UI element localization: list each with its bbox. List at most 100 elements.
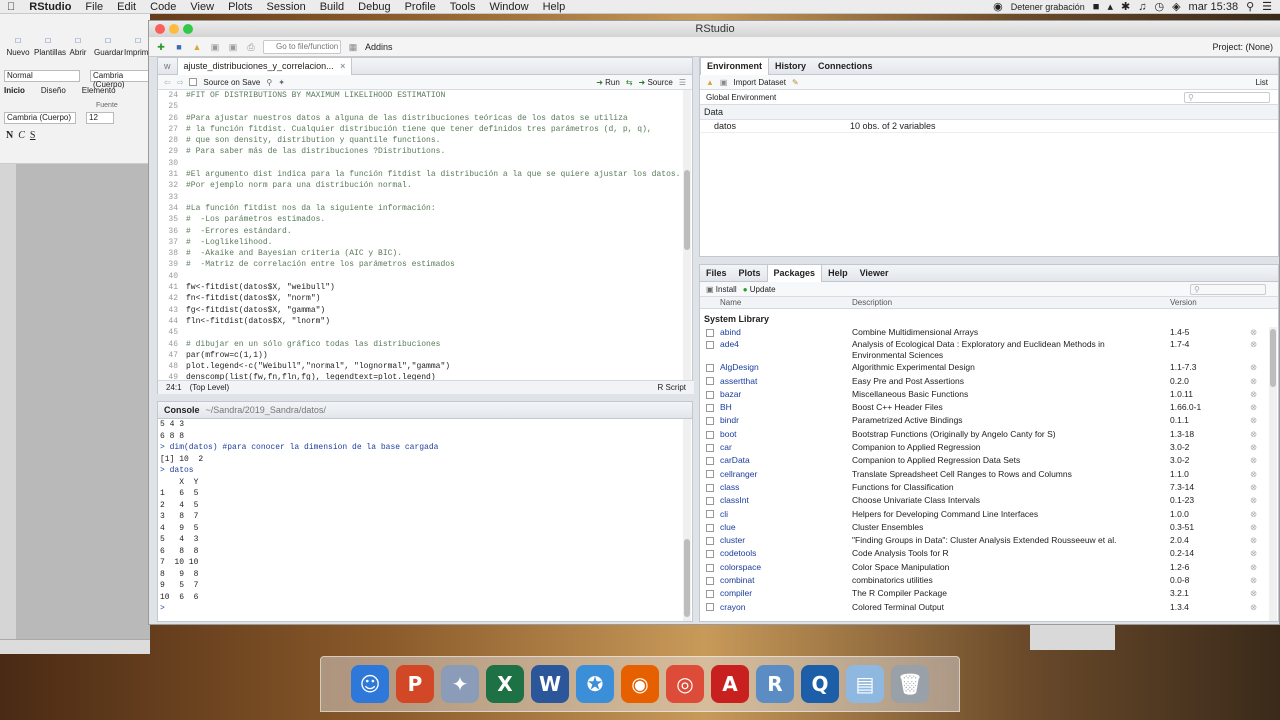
menu-profile[interactable]: Profile <box>398 1 443 13</box>
close-icon[interactable] <box>155 24 165 34</box>
tab-help[interactable]: Help <box>822 265 854 282</box>
package-checkbox[interactable] <box>706 457 714 466</box>
tab-environment[interactable]: Environment <box>700 57 770 75</box>
package-checkbox[interactable] <box>706 417 714 426</box>
menu-edit[interactable]: Edit <box>110 1 143 13</box>
view-mode-select[interactable]: List <box>1256 78 1278 87</box>
tab-history[interactable]: History <box>769 58 812 75</box>
package-name-link[interactable]: cli <box>720 508 852 521</box>
project-menu[interactable]: Project: (None) <box>1212 42 1280 52</box>
import-dataset-button[interactable]: Import Dataset <box>733 78 785 87</box>
remove-package-icon[interactable]: ⊗ <box>1250 508 1260 521</box>
package-name-link[interactable]: classInt <box>720 494 852 507</box>
app-menu[interactable]: RStudio <box>22 1 78 13</box>
env-var-name[interactable]: datos <box>700 120 850 132</box>
console-output[interactable]: 5 4 3 6 8 8 > dim(datos) #para conocer la … <box>158 419 683 621</box>
tab-packages[interactable]: Packages <box>766 264 823 282</box>
package-checkbox[interactable] <box>706 563 714 572</box>
code-line[interactable]: 33 <box>158 192 683 203</box>
addins-menu[interactable]: Addins <box>365 42 393 52</box>
excel-icon[interactable]: X <box>486 665 524 703</box>
menu-build[interactable]: Build <box>313 1 351 13</box>
code-line[interactable]: 25 <box>158 101 683 112</box>
back-icon[interactable]: ⇦ <box>164 78 171 87</box>
code-line[interactable]: 47 par(mfrow=c(1,1)) <box>158 350 683 361</box>
close-tab-icon[interactable]: × <box>340 61 345 71</box>
remove-package-icon[interactable]: ⊗ <box>1250 388 1260 401</box>
package-name-link[interactable]: combinat <box>720 574 852 587</box>
package-name-link[interactable]: curl <box>720 614 852 616</box>
package-checkbox[interactable] <box>706 470 714 479</box>
package-checkbox[interactable] <box>706 341 714 350</box>
recording-status[interactable]: Detener grabación <box>1011 2 1085 12</box>
open-file-icon[interactable]: ▲ <box>191 41 203 53</box>
package-checkbox[interactable] <box>706 403 714 412</box>
remove-package-icon[interactable]: ⊗ <box>1250 481 1260 494</box>
menu-view[interactable]: View <box>183 1 221 13</box>
code-line[interactable]: 44 fln<-fitdist(datos$X, "lnorm") <box>158 316 683 327</box>
console-path[interactable]: ~/Sandra/2019_Sandra/datos/ <box>206 405 326 415</box>
package-name-link[interactable]: abind <box>720 326 852 339</box>
run-button[interactable]: ➜ Run <box>596 78 620 87</box>
airplay-icon[interactable]: ▴ <box>1107 0 1113 13</box>
update-button[interactable]: ● Update <box>743 285 776 294</box>
code-line[interactable]: 26 #Para ajustar nuestros datos a alguna … <box>158 113 683 124</box>
launchpad-icon[interactable]: ✦ <box>441 665 479 703</box>
package-checkbox[interactable] <box>706 510 714 519</box>
code-line[interactable]: 49 denscomp(list(fw,fn,fln,fg), legendtex… <box>158 372 683 380</box>
package-name-link[interactable]: carData <box>720 454 852 467</box>
record-icon[interactable]: ◉ <box>993 0 1003 13</box>
package-name-link[interactable]: cellranger <box>720 468 852 481</box>
code-line[interactable]: 32 #Por ejemplo norm para una distribució… <box>158 180 683 191</box>
code-line[interactable]: 41 fw<-fitdist(datos$X, "weibull") <box>158 282 683 293</box>
rstudio-icon[interactable]: R <box>756 665 794 703</box>
code-line[interactable]: 45 <box>158 327 683 338</box>
code-line[interactable]: 28 # que son density, distribution y quan… <box>158 135 683 146</box>
package-name-link[interactable]: clue <box>720 521 852 534</box>
menu-file[interactable]: File <box>78 1 110 13</box>
volume-icon[interactable]: ♫ <box>1138 1 1146 13</box>
package-checkbox[interactable] <box>706 523 714 532</box>
goto-file-input[interactable]: Go to file/function <box>263 39 341 54</box>
remove-package-icon[interactable]: ⊗ <box>1250 614 1260 616</box>
code-line[interactable]: 42 fn<-fitdist(datos$X, "norm") <box>158 293 683 304</box>
code-line[interactable]: 48 plot.legend<-c("Weibull","normal", "lo… <box>158 361 683 372</box>
tab-viewer[interactable]: Viewer <box>854 265 895 282</box>
package-name-link[interactable]: car <box>720 441 852 454</box>
rerun-icon[interactable]: ⇆ <box>626 78 633 87</box>
package-checkbox[interactable] <box>706 576 714 585</box>
word-templates-button[interactable]: □ Plantillas <box>34 36 66 57</box>
remove-package-icon[interactable]: ⊗ <box>1250 401 1260 414</box>
menu-tools[interactable]: Tools <box>443 1 483 13</box>
package-name-link[interactable]: crayon <box>720 601 852 614</box>
word-new-button[interactable]: □ Nuevo <box>4 36 32 57</box>
word-icon[interactable]: W <box>531 665 569 703</box>
tab-connections[interactable]: Connections <box>812 58 879 75</box>
package-name-link[interactable]: cluster <box>720 534 852 547</box>
pkg-search-input[interactable]: ⚲ <box>1190 283 1266 295</box>
new-project-icon[interactable]: ■ <box>173 41 185 53</box>
menu-help[interactable]: Help <box>536 1 573 13</box>
scope-select[interactable]: Global Environment <box>706 93 776 102</box>
console-scrollbar[interactable] <box>683 419 691 621</box>
col-version[interactable]: Version <box>1170 297 1250 308</box>
word-underline-icon[interactable]: S <box>30 130 36 141</box>
acrobat-icon[interactable]: A <box>711 665 749 703</box>
minimize-icon[interactable] <box>169 24 179 34</box>
save-workspace-icon[interactable]: ▣ <box>720 78 728 87</box>
code-line[interactable]: 36 # -Errores estándard. <box>158 226 683 237</box>
env-row[interactable]: datos 10 obs. of 2 variables <box>700 120 1278 133</box>
editor-scroll-thumb[interactable] <box>684 170 690 250</box>
bluetooth-icon[interactable]: ✱ <box>1121 0 1130 13</box>
package-checkbox[interactable] <box>706 603 714 612</box>
code-line[interactable]: 29 # Para saber más de las distribuciones… <box>158 146 683 157</box>
package-name-link[interactable]: boot <box>720 428 852 441</box>
word-tab-design[interactable]: Diseño <box>41 86 66 95</box>
forward-icon[interactable]: ⇨ <box>177 78 184 87</box>
word-style-select[interactable]: Normal <box>4 70 80 82</box>
remove-package-icon[interactable]: ⊗ <box>1250 561 1260 574</box>
package-checkbox[interactable] <box>706 430 714 439</box>
code-line[interactable]: 43 fg<-fitdist(datos$X, "gamma") <box>158 305 683 316</box>
firefox-icon[interactable]: ◉ <box>621 665 659 703</box>
code-tools-icon[interactable]: ✦ <box>278 78 285 87</box>
